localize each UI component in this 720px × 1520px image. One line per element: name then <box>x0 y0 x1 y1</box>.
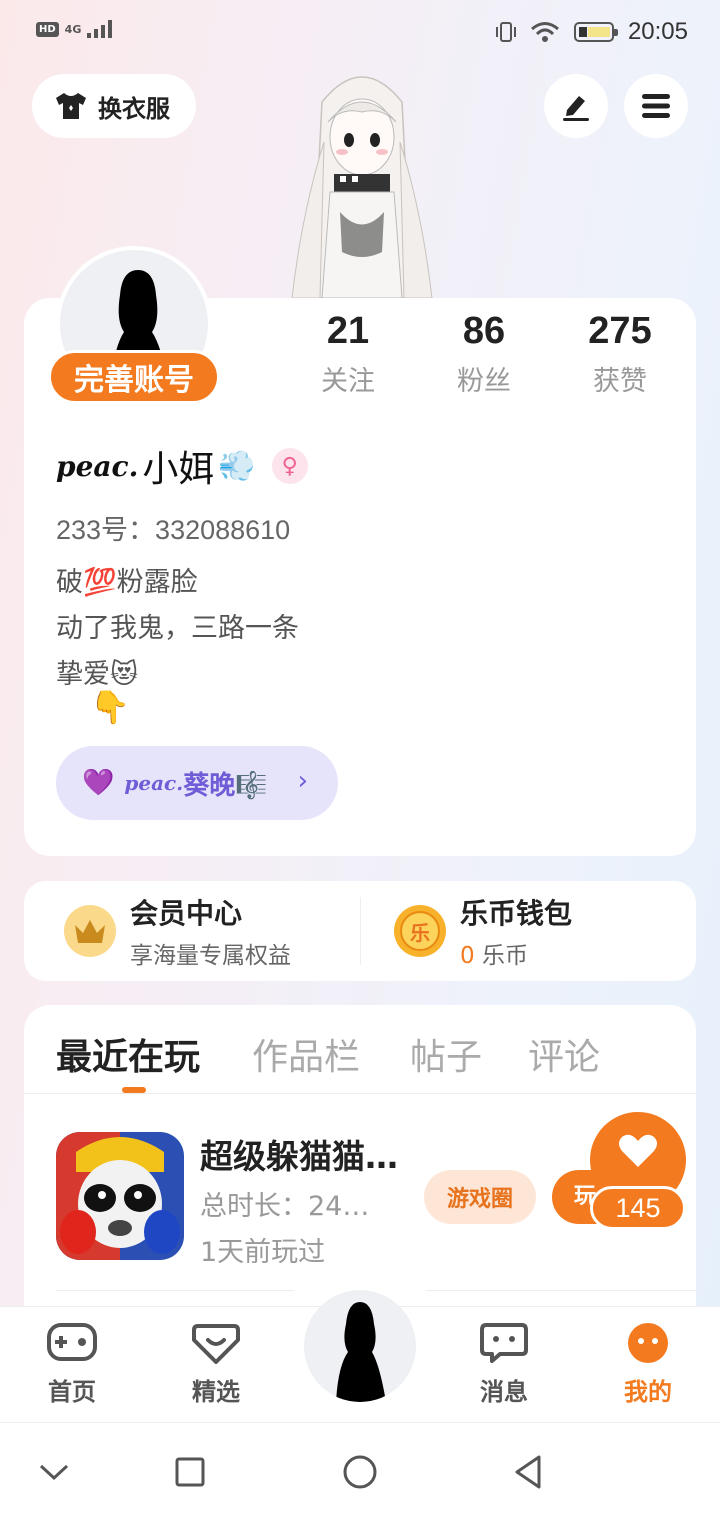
female-icon: ♀ <box>271 448 308 484</box>
game-circle-button[interactable]: 游戏圈 <box>424 1170 536 1224</box>
pencil-icon <box>563 96 589 121</box>
username-emoji: 💨 <box>218 448 256 484</box>
character-avatar[interactable] <box>262 62 462 302</box>
nav-center-avatar[interactable] <box>304 1290 416 1402</box>
home-button[interactable] <box>338 1450 382 1494</box>
nav-messages-label: 消息 <box>480 1378 528 1406</box>
couple-prefix: peac. <box>124 771 184 795</box>
username-text: 小㛅 <box>142 449 215 490</box>
vip-subtitle: 享海量专属权益 <box>130 943 291 969</box>
nav-featured[interactable]: 精选 <box>166 1322 266 1407</box>
signal-icon <box>87 20 113 38</box>
vibrate-icon <box>495 22 516 42</box>
username: peac. 小㛅 💨 ♀ <box>56 440 308 492</box>
followers-label: 粉丝 <box>457 366 511 397</box>
tab-recently-played[interactable]: 最近在玩 <box>56 1028 200 1080</box>
wallet-unit: 乐币 <box>474 943 528 969</box>
game-last-played: 1天前玩过 <box>200 1237 326 1268</box>
pointing-down-emoji: 👇 <box>90 688 130 726</box>
tabs-divider <box>24 1093 696 1094</box>
chevron-right-icon: › <box>297 766 308 796</box>
vip-title: 会员中心 <box>130 897 243 930</box>
bio-line-2: 动了我鬼，三路一条 <box>56 613 299 644</box>
square-icon <box>175 1457 205 1487</box>
edit-button[interactable] <box>544 74 608 138</box>
likes-count: 275 <box>588 310 652 352</box>
divider <box>360 897 361 965</box>
message-icon <box>480 1323 528 1363</box>
status-bar: HD 4G 20:05 <box>0 0 720 62</box>
vip-center[interactable]: 会员中心 享海量专属权益 <box>64 881 291 981</box>
member-card: 会员中心 享海量专属权益 乐 乐币钱包 0 乐币 <box>24 881 696 981</box>
tab-comments[interactable]: 评论 <box>528 1028 600 1080</box>
back-button[interactable] <box>506 1450 550 1494</box>
nav-mine-label: 我的 <box>624 1378 672 1406</box>
menu-icon <box>642 94 670 118</box>
tab-posts[interactable]: 帖子 <box>410 1028 482 1080</box>
wallet-balance: 0 乐币 <box>460 936 572 970</box>
heart-chat-icon <box>192 1324 240 1364</box>
silhouette-image <box>336 1302 386 1402</box>
like-count[interactable]: 145 <box>590 1186 686 1230</box>
menu-button[interactable] <box>624 74 688 138</box>
complete-account-button[interactable]: 完善账号 <box>48 350 220 404</box>
nav-featured-label: 精选 <box>192 1378 240 1406</box>
couple-pill[interactable]: 💜 peac. 葵晚🎼 › <box>56 746 338 820</box>
game-title[interactable]: 超级躲猫猫… <box>200 1130 398 1178</box>
purple-heart-icon: 💜 <box>82 768 115 798</box>
stat-likes[interactable]: 275 获赞 <box>550 310 690 398</box>
stat-followers[interactable]: 86 粉丝 <box>414 310 554 398</box>
game-duration: 总时长：24… <box>200 1191 370 1222</box>
coin-icon: 乐 <box>394 905 446 957</box>
change-outfit-label: 换衣服 <box>98 94 170 123</box>
collapse-button[interactable] <box>32 1450 76 1494</box>
nav-mine[interactable]: 我的 <box>598 1322 698 1407</box>
heart-icon <box>619 1134 657 1167</box>
change-outfit-button[interactable]: 换衣服 <box>32 74 196 138</box>
nav-home[interactable]: 首页 <box>22 1322 122 1407</box>
chevron-down-icon <box>39 1464 69 1481</box>
wallet[interactable]: 乐 乐币钱包 0 乐币 <box>394 881 572 981</box>
circle-icon <box>343 1455 377 1489</box>
tab-works[interactable]: 作品栏 <box>252 1028 360 1080</box>
nav-home-label: 首页 <box>48 1378 96 1406</box>
nav-messages[interactable]: 消息 <box>454 1322 554 1407</box>
couple-name: 葵晚🎼 <box>183 770 268 801</box>
likes-label: 获赞 <box>593 366 647 397</box>
hd-badge: HD <box>36 21 59 37</box>
gamepad-icon <box>47 1323 97 1361</box>
bio: 破💯粉露脸 动了我鬼，三路一条 挚爱😻 <box>56 560 299 698</box>
followers-count: 86 <box>462 310 506 352</box>
bio-line-1: 破💯粉露脸 <box>56 567 198 598</box>
following-count: 21 <box>326 310 370 352</box>
wifi-icon <box>530 22 559 42</box>
back-triangle-icon <box>515 1455 541 1489</box>
tshirt-icon <box>56 93 86 119</box>
coin-label: 乐 <box>400 911 440 951</box>
profile-dots-icon <box>628 1323 668 1363</box>
clock: 20:05 <box>627 18 688 45</box>
user-id[interactable]: 233号：332088610 <box>56 508 290 547</box>
following-label: 关注 <box>321 366 375 397</box>
wallet-title: 乐币钱包 <box>460 897 573 930</box>
crown-icon <box>64 905 116 957</box>
username-prefix: peac. <box>56 449 139 483</box>
stat-following[interactable]: 21 关注 <box>278 310 418 398</box>
game-icon[interactable] <box>56 1132 184 1260</box>
wallet-amount: 0 <box>460 943 475 969</box>
network-type: 4G <box>64 22 82 36</box>
game-artwork <box>56 1132 184 1260</box>
recents-button[interactable] <box>168 1450 212 1494</box>
battery-icon <box>573 22 618 42</box>
